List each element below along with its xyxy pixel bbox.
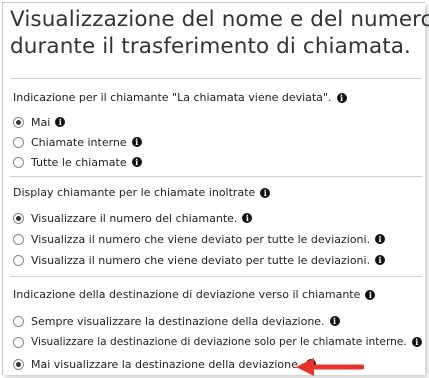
section-label-text: Display chiamante per le chiamate inoltr… [13,186,256,199]
radio-button-checked[interactable] [13,358,24,370]
radio-option-tutte-le-chiamate[interactable]: Tutte le chiamate i [13,154,142,170]
radio-option-always-show-destination[interactable]: Sempre visualizzare la destinazione dell… [13,313,340,329]
radio-option-never-show-destination[interactable]: Mai visualizzare la destinazione della d… [13,356,317,372]
info-icon[interactable]: i [260,188,271,198]
page-title-line-2: durante il trasferimento di chiamata. [10,34,411,59]
radio-option-chiamate-interne[interactable]: Chiamate interne i [13,134,142,150]
divider [10,176,422,177]
radio-button[interactable] [13,254,24,266]
radio-button[interactable] [13,136,24,148]
divider [10,276,422,277]
radio-button-checked[interactable] [13,116,24,128]
radio-button[interactable] [13,156,24,168]
radio-label: Visualizza il numero che viene deviato p… [31,253,371,267]
radio-button[interactable] [13,336,24,348]
annotation-arrow-icon [296,358,364,376]
section-label-caller-display: Display chiamante per le chiamate inoltr… [13,186,271,199]
radio-button-checked[interactable] [13,212,24,224]
radio-button[interactable] [13,315,24,327]
radio-label: Chiamate interne [31,135,127,149]
info-icon[interactable]: i [55,117,66,127]
radio-label: Visualizzare il numero del chiamante. [31,211,238,225]
section-label-call-deviated: Indicazione per il chiamante "La chiamat… [13,91,347,104]
section-label-deviation-destination: Indicazione della destinazione di deviaz… [13,288,376,301]
radio-button[interactable] [13,233,24,245]
radio-label: Mai visualizzare la destinazione della d… [31,357,302,371]
section-label-text: Indicazione per il chiamante "La chiamat… [13,91,332,104]
info-icon[interactable]: i [375,234,386,244]
section-label-text: Indicazione della destinazione di deviaz… [13,288,361,301]
radio-label: Mai [31,115,51,129]
radio-option-show-deviated-number-1[interactable]: Visualizza il numero che viene deviato p… [13,231,386,247]
info-icon[interactable]: i [411,337,422,347]
page-title-line-1: Visualizzazione del nome e del numero [10,7,429,32]
radio-label: Tutte le chiamate [31,155,127,169]
info-icon[interactable]: i [131,137,142,147]
info-icon[interactable]: i [329,316,340,326]
info-icon[interactable]: i [131,157,142,167]
info-icon[interactable]: i [336,93,347,103]
info-icon[interactable]: i [375,255,386,265]
radio-option-show-destination-internal-only[interactable]: Visualizzare la destinazione di deviazio… [13,334,422,350]
radio-option-show-caller-number[interactable]: Visualizzare il numero del chiamante. i [13,210,253,226]
radio-label: Visualizza il numero che viene deviato p… [31,232,371,246]
radio-label: Sempre visualizzare la destinazione dell… [31,314,325,328]
info-icon[interactable]: i [365,290,376,300]
page-title: Visualizzazione del nome e del numero du… [10,6,429,60]
info-icon[interactable]: i [242,213,253,223]
radio-label: Visualizzare la destinazione di deviazio… [31,336,407,348]
radio-option-show-deviated-number-2[interactable]: Visualizza il numero che viene deviato p… [13,252,386,268]
radio-option-mai[interactable]: Mai i [13,114,66,130]
divider [10,78,422,79]
